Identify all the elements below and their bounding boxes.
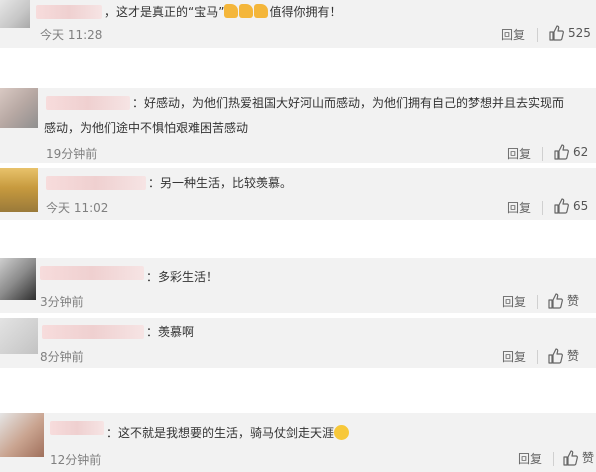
like-button[interactable]: 65 [553, 198, 588, 214]
comment-text-part: ，这才是真正的“宝马” [104, 5, 225, 19]
comment-text-part: 值得你拥有！ [269, 5, 342, 19]
divider [553, 452, 554, 466]
smiling-face-emoji-icon [334, 425, 350, 440]
avatar[interactable] [0, 88, 38, 128]
comment-text-line: 感动，为他们途中不惧怕艰难困苦感动 [44, 121, 249, 135]
comment-text: ，这才是真正的“宝马” 值得你拥有！ [104, 2, 341, 22]
like-count: 525 [568, 26, 591, 40]
divider [537, 295, 538, 309]
reply-button[interactable]: 回复 [502, 293, 526, 310]
like-button[interactable]: 赞 [562, 449, 594, 466]
like-button[interactable]: 62 [553, 144, 588, 160]
username-redacted[interactable] [36, 5, 102, 19]
comment-text: ：这不就是我想要的生活，骑马仗剑走天涯 [106, 423, 350, 443]
avatar[interactable] [0, 258, 36, 300]
comment-card: ：多彩生活！ 3分钟前 回复 赞 [0, 258, 596, 313]
reply-button[interactable]: 回复 [507, 199, 531, 216]
comment-card: ：羡慕啊 8分钟前 回复 赞 [0, 318, 596, 368]
comment-text: ：多彩生活！ [146, 270, 219, 284]
comment-text: ：另一种生活，比较羡慕。 [148, 176, 293, 190]
like-label: 赞 [567, 349, 580, 363]
username-redacted[interactable] [46, 176, 146, 190]
timestamp: 3分钟前 [40, 295, 84, 309]
timestamp: 今天 11:28 [40, 28, 103, 42]
username-redacted[interactable] [42, 325, 144, 339]
avatar[interactable] [0, 413, 44, 457]
divider [542, 147, 543, 161]
thumbs-up-emoji-icon [224, 4, 239, 18]
divider [542, 201, 543, 215]
like-label: 赞 [567, 294, 580, 308]
reply-button[interactable]: 回复 [507, 145, 531, 162]
like-button[interactable]: 赞 [547, 292, 579, 309]
like-button[interactable]: 525 [548, 25, 591, 41]
divider [537, 350, 538, 364]
username-redacted[interactable] [40, 266, 144, 280]
reply-button[interactable]: 回复 [501, 26, 525, 43]
comment-card: ，这才是真正的“宝马” 值得你拥有！ 今天 11:28 回复 525 [0, 0, 596, 48]
timestamp: 今天 11:02 [46, 201, 109, 215]
like-count: 65 [573, 199, 589, 213]
avatar[interactable] [0, 0, 30, 28]
comment-text-line: ：好感动，为他们热爱祖国大好河山而感动，为他们拥有自己的梦想并且去实现而 [132, 96, 565, 110]
comment-card: ：另一种生活，比较羡慕。 今天 11:02 回复 65 [0, 168, 596, 220]
avatar[interactable] [0, 168, 38, 212]
thumbs-up-icon [554, 198, 569, 214]
thumbs-up-icon [548, 292, 563, 309]
like-count: 62 [573, 145, 589, 159]
thumbs-up-emoji-icon [254, 4, 269, 18]
thumbs-up-icon [548, 347, 563, 364]
reply-button[interactable]: 回复 [502, 348, 526, 365]
username-redacted[interactable] [50, 421, 104, 435]
comment-card: ：好感动，为他们热爱祖国大好河山而感动，为他们拥有自己的梦想并且去实现而 感动，… [0, 88, 596, 163]
like-label: 赞 [582, 451, 595, 465]
like-button[interactable]: 赞 [547, 347, 579, 364]
thumbs-up-icon [549, 25, 564, 41]
timestamp: 12分钟前 [50, 453, 102, 467]
reply-button[interactable]: 回复 [518, 450, 542, 467]
thumbs-up-icon [563, 449, 578, 466]
timestamp: 19分钟前 [46, 147, 98, 161]
comment-text-part: ：这不就是我想要的生活，骑马仗剑走天涯 [106, 426, 335, 440]
avatar[interactable] [0, 318, 38, 354]
comment-card: ：这不就是我想要的生活，骑马仗剑走天涯 12分钟前 回复 赞 [0, 413, 596, 472]
divider [537, 28, 538, 42]
username-redacted[interactable] [46, 96, 130, 110]
thumbs-up-icon [554, 144, 569, 160]
thumbs-up-emoji-icon [239, 4, 254, 18]
timestamp: 8分钟前 [40, 350, 84, 364]
comment-text: ：羡慕啊 [146, 325, 195, 339]
